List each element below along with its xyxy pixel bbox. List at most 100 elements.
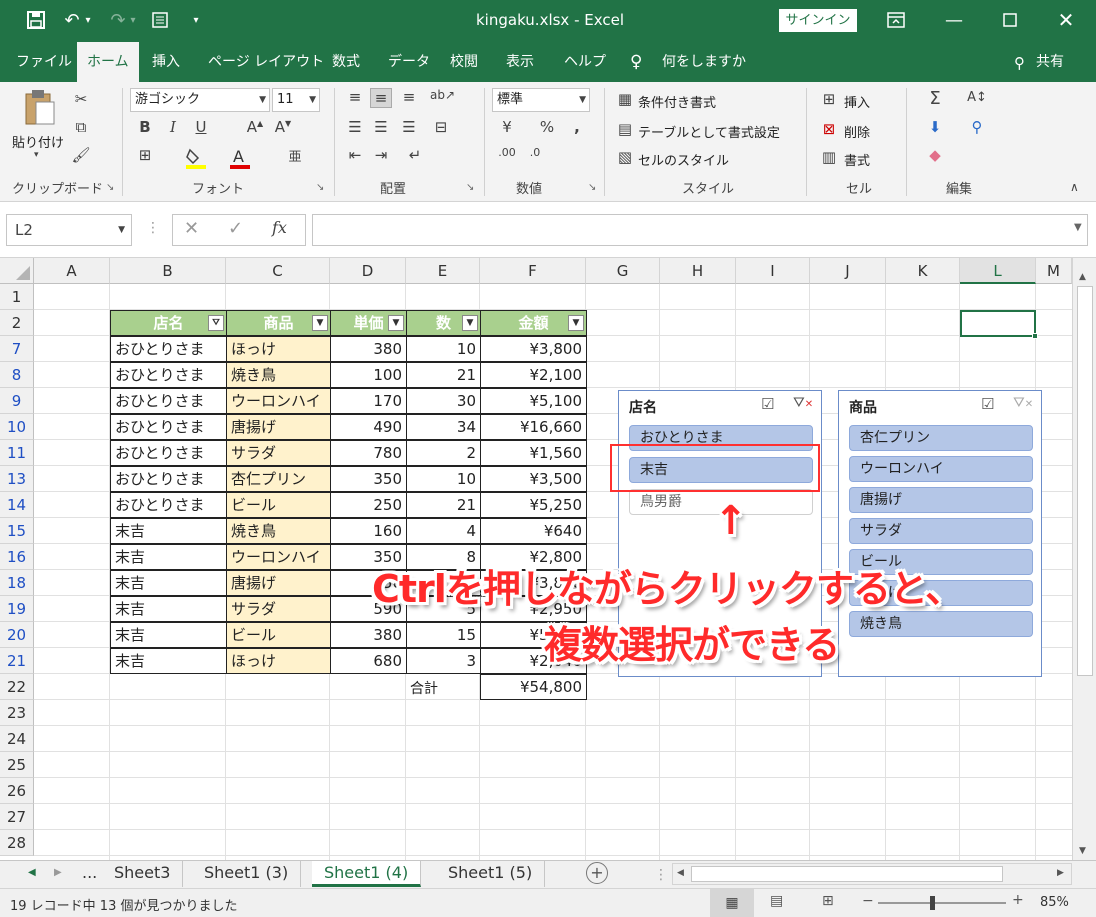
phonetic-icon[interactable]: 亜 <box>284 146 306 165</box>
tab-page-layout[interactable]: ページ レイアウト <box>204 42 328 82</box>
decrease-indent-icon[interactable]: ⇤ <box>344 146 366 164</box>
name-box[interactable]: L2 ▼ <box>6 214 132 246</box>
column-header-d[interactable]: D <box>330 258 406 284</box>
select-all-corner[interactable] <box>0 258 34 284</box>
bold-icon[interactable]: B <box>134 118 156 136</box>
row-header-11[interactable]: 11 <box>0 440 34 466</box>
clear-filter-icon[interactable]: ⛛✕ <box>1013 395 1033 411</box>
row-header-24[interactable]: 24 <box>0 726 34 752</box>
scroll-up-icon[interactable]: ▲ <box>1079 272 1086 282</box>
enter-icon[interactable]: ✓ <box>228 218 243 239</box>
zoom-slider[interactable] <box>878 902 1006 904</box>
table-cell[interactable]: サラダ <box>226 440 331 466</box>
tab-help[interactable]: ヘルプ <box>560 42 610 82</box>
column-header-b[interactable]: B <box>110 258 226 284</box>
row-header-20[interactable]: 20 <box>0 622 34 648</box>
table-cell[interactable]: 杏仁プリン <box>226 466 331 492</box>
delete-cells-icon[interactable]: ⊠ <box>818 120 840 138</box>
table-cell[interactable]: 34 <box>406 414 481 440</box>
table-cell[interactable]: 唐揚げ <box>226 414 331 440</box>
table-cell[interactable]: ビール <box>226 622 331 648</box>
table-cell[interactable]: おひとりさま <box>110 388 227 414</box>
column-header-m[interactable]: M <box>1036 258 1072 284</box>
page-break-view-icon[interactable]: ⊞ <box>822 893 834 909</box>
increase-font-icon[interactable]: A▲ <box>244 118 266 136</box>
clipboard-launcher-icon[interactable]: ↘ <box>106 182 114 193</box>
merge-center-icon[interactable]: ⊟ <box>430 118 452 136</box>
row-header-21[interactable]: 21 <box>0 648 34 674</box>
row-header-19[interactable]: 19 <box>0 596 34 622</box>
multi-select-icon[interactable]: ☑ <box>981 395 994 413</box>
column-header-g[interactable]: G <box>586 258 660 284</box>
percent-icon[interactable]: % <box>536 118 558 136</box>
ribbon-display-icon[interactable] <box>884 8 908 32</box>
table-cell[interactable]: ¥3,500 <box>480 466 587 492</box>
copy-icon[interactable]: ⧉ <box>70 118 92 136</box>
expand-formula-icon[interactable]: ▼ <box>1074 222 1082 233</box>
multi-select-icon[interactable]: ☑ <box>761 395 774 413</box>
table-cell[interactable]: サラダ <box>226 596 331 622</box>
vertical-scroll-thumb[interactable] <box>1077 286 1093 676</box>
table-cell[interactable]: 末吉 <box>110 544 227 570</box>
table-cell[interactable]: ¥640 <box>480 518 587 544</box>
table-cell[interactable]: おひとりさま <box>110 492 227 518</box>
table-cell[interactable]: ¥2,100 <box>480 362 587 388</box>
table-cell[interactable]: おひとりさま <box>110 362 227 388</box>
filter-applied-icon[interactable]: ⛛ <box>208 315 224 331</box>
table-cell[interactable]: 3 <box>406 648 481 674</box>
sheet-tab-sheet3[interactable]: Sheet3 <box>102 861 184 887</box>
table-cell[interactable]: 490 <box>330 414 407 440</box>
table-cell[interactable]: ¥5,250 <box>480 492 587 518</box>
slicer-product-item[interactable]: 杏仁プリン <box>849 425 1033 451</box>
table-cell[interactable]: ウーロンハイ <box>226 388 331 414</box>
zoom-level[interactable]: 85% <box>1040 895 1069 910</box>
table-cell[interactable]: 380 <box>330 622 407 648</box>
tab-split-grip-icon[interactable]: ⋮ <box>654 867 668 883</box>
table-cell[interactable]: 10 <box>406 466 481 492</box>
filter-dropdown-icon[interactable]: ▼ <box>568 315 584 331</box>
scroll-right-icon[interactable]: ▶ <box>1057 868 1064 878</box>
table-cell[interactable]: 末吉 <box>110 596 227 622</box>
table-cell[interactable]: 160 <box>330 518 407 544</box>
row-header-22[interactable]: 22 <box>0 674 34 700</box>
zoom-out-icon[interactable]: − <box>862 893 874 909</box>
table-cell[interactable]: ほっけ <box>226 336 331 362</box>
sheet-tab-sheet1-4[interactable]: Sheet1 (4) <box>312 861 422 887</box>
insert-cells-button[interactable]: 挿入 <box>844 92 870 111</box>
cut-icon[interactable]: ✂ <box>70 90 92 108</box>
active-cell-l2[interactable] <box>960 310 1036 337</box>
tab-view[interactable]: 表示 <box>502 42 538 82</box>
row-header-27[interactable]: 27 <box>0 804 34 830</box>
table-cell[interactable]: 21 <box>406 362 481 388</box>
customize-qat-icon[interactable]: ▾ <box>184 8 208 32</box>
insert-function-icon[interactable]: fx <box>272 218 287 237</box>
tell-me-search[interactable]: 何をしますか <box>658 42 750 82</box>
table-cell[interactable]: 10 <box>406 336 481 362</box>
insert-cells-icon[interactable]: ⊞ <box>818 90 840 108</box>
share-button[interactable]: 共有 <box>1032 42 1068 82</box>
slicer-product-item[interactable]: サラダ <box>849 518 1033 544</box>
align-left-icon[interactable]: ☰ <box>344 118 366 136</box>
decrease-decimal-icon[interactable]: .0 <box>524 146 546 159</box>
alignment-launcher-icon[interactable]: ↘ <box>466 182 474 193</box>
vertical-scrollbar[interactable]: ▲ ▼ <box>1072 258 1096 860</box>
column-header-f[interactable]: F <box>480 258 586 284</box>
table-cell[interactable]: 4 <box>406 518 481 544</box>
zoom-slider-thumb[interactable] <box>930 896 935 910</box>
table-cell[interactable]: 170 <box>330 388 407 414</box>
column-header-j[interactable]: J <box>810 258 886 284</box>
align-bottom-icon[interactable]: ≡ <box>398 88 420 106</box>
row-header-1[interactable]: 1 <box>0 284 34 310</box>
table-cell[interactable]: 380 <box>330 336 407 362</box>
table-cell[interactable]: 焼き鳥 <box>226 362 331 388</box>
italic-icon[interactable]: I <box>162 118 184 136</box>
table-cell[interactable]: ¥3,800 <box>480 336 587 362</box>
column-header-c[interactable]: C <box>226 258 330 284</box>
sheet-tab-sheet1-5[interactable]: Sheet1 (5) <box>436 861 546 887</box>
scroll-down-icon[interactable]: ▼ <box>1079 846 1086 856</box>
table-cell[interactable]: 780 <box>330 440 407 466</box>
row-header-18[interactable]: 18 <box>0 570 34 596</box>
paste-icon[interactable] <box>22 88 56 128</box>
table-cell[interactable]: ¥16,660 <box>480 414 587 440</box>
horizontal-scrollbar[interactable]: ◀ ▶ <box>672 863 1072 885</box>
